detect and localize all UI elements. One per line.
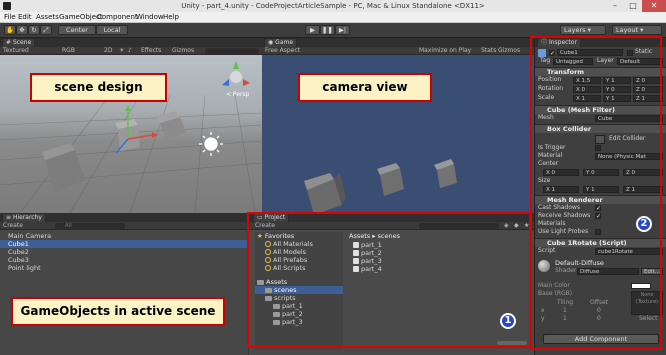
move-tool-icon[interactable]: ✥: [16, 25, 28, 35]
list-item-cube2[interactable]: Cube2: [0, 248, 248, 256]
scene-effects-dropdown[interactable]: Effects: [141, 47, 161, 55]
audio-toggle-icon[interactable]: ♪: [128, 47, 132, 55]
stats-toggle[interactable]: Stats: [481, 47, 496, 55]
window-title: Unity - part_4.unity - CodeProjectArticl…: [181, 2, 485, 10]
scene-search-input[interactable]: [205, 47, 259, 55]
game-view-icon: ◉: [268, 39, 274, 46]
close-button[interactable]: ✕: [642, 0, 666, 12]
menu-file[interactable]: File: [4, 12, 16, 23]
toggle-2d[interactable]: 2D: [104, 47, 112, 55]
space-toggle[interactable]: Local: [96, 25, 128, 35]
hierarchy-icon: ≡: [6, 214, 12, 221]
tab-scene[interactable]: # Scene: [2, 38, 36, 47]
hierarchy-tab-label: Hierarchy: [12, 214, 42, 221]
scene-color-mode[interactable]: RGB: [62, 47, 75, 55]
menu-window[interactable]: Window: [136, 12, 164, 23]
tab-hierarchy[interactable]: ≡ Hierarchy: [2, 213, 46, 222]
scene-render-mode[interactable]: Textured: [3, 47, 29, 55]
game-gizmos-dropdown[interactable]: Gizmos: [498, 47, 520, 55]
game-cube-1: [304, 173, 346, 213]
scene-cube-selected: [115, 105, 158, 154]
pivot-toggle[interactable]: Center: [58, 25, 96, 35]
scene-cube-left: [42, 143, 85, 193]
layers-label: Layers: [564, 26, 586, 34]
rotate-tool-icon[interactable]: ↻: [28, 25, 40, 35]
menu-component[interactable]: Component: [97, 12, 138, 23]
game-tabbar: ◉ Game: [262, 38, 534, 47]
persp-label[interactable]: < Persp: [226, 91, 249, 98]
game-control-bar: Free Aspect Maximize on Play Stats Gizmo…: [262, 47, 534, 55]
maximize-on-play-toggle[interactable]: Maximize on Play: [419, 47, 471, 55]
space-label: Local: [103, 26, 121, 34]
hierarchy-tabbar: ≡ Hierarchy: [0, 213, 248, 222]
scene-tabbar: # Scene: [0, 38, 262, 47]
menu-edit[interactable]: Edit: [18, 12, 32, 23]
game-cube-3: [434, 159, 457, 188]
pause-button[interactable]: ❚❚: [320, 25, 335, 35]
menu-assets[interactable]: Assets: [36, 12, 59, 23]
scale-tool-icon[interactable]: ⤢: [40, 25, 52, 35]
light-toggle-icon[interactable]: ☀: [119, 47, 124, 55]
hand-tool-icon[interactable]: ✋: [4, 25, 16, 35]
play-button[interactable]: ▶: [305, 25, 320, 35]
menu-bar: File Edit Assets GameObject Component Wi…: [0, 12, 666, 23]
scene-tab-label: Scene: [12, 39, 32, 46]
hierarchy-toolbar: Create All: [0, 222, 248, 230]
list-item-cube3[interactable]: Cube3: [0, 256, 248, 264]
game-tab-label: Game: [275, 39, 294, 46]
scene-gizmos-dropdown[interactable]: Gizmos: [172, 47, 194, 55]
layers-dropdown[interactable]: Layers ▾: [560, 25, 606, 35]
callout-gameobjects: GameObjects in active scene: [11, 297, 225, 326]
callout-camera-view: camera view: [298, 73, 432, 102]
badge-2: 2: [636, 216, 652, 232]
tab-game[interactable]: ◉ Game: [264, 38, 298, 47]
hierarchy-search-input[interactable]: All: [55, 222, 125, 230]
step-button[interactable]: ▶|: [335, 25, 350, 35]
scene-cube-right: [157, 111, 186, 140]
title-bar: Unity - part_4.unity - CodeProjectArticl…: [0, 0, 666, 12]
hierarchy-panel: ≡ Hierarchy Create All Main Camera Cube1…: [0, 213, 248, 355]
aspect-dropdown[interactable]: Free Aspect: [265, 47, 300, 55]
game-cube-2: [377, 163, 404, 196]
minimize-button[interactable]: –: [606, 0, 624, 12]
pivot-label: Center: [66, 26, 88, 34]
maximize-button[interactable]: □: [624, 0, 642, 12]
scene-control-bar: Textured RGB 2D ☀ ♪ Effects Gizmos: [0, 47, 262, 55]
menu-help[interactable]: Help: [163, 12, 179, 23]
list-item-point-light[interactable]: Point light: [0, 264, 248, 272]
inspector-highlight: [530, 36, 662, 350]
list-item-main-camera[interactable]: Main Camera: [0, 232, 248, 240]
badge-1: 1: [500, 313, 516, 329]
hierarchy-create-dropdown[interactable]: Create: [3, 222, 23, 230]
scene-tab-icon: #: [6, 39, 12, 46]
callout-scene-design: scene design: [30, 73, 167, 102]
layout-dropdown[interactable]: Layout ▾: [612, 25, 662, 35]
orientation-gizmo: [222, 61, 250, 86]
layout-label: Layout: [616, 26, 639, 34]
project-highlight: [247, 212, 531, 348]
list-item-cube1[interactable]: Cube1: [0, 240, 248, 248]
